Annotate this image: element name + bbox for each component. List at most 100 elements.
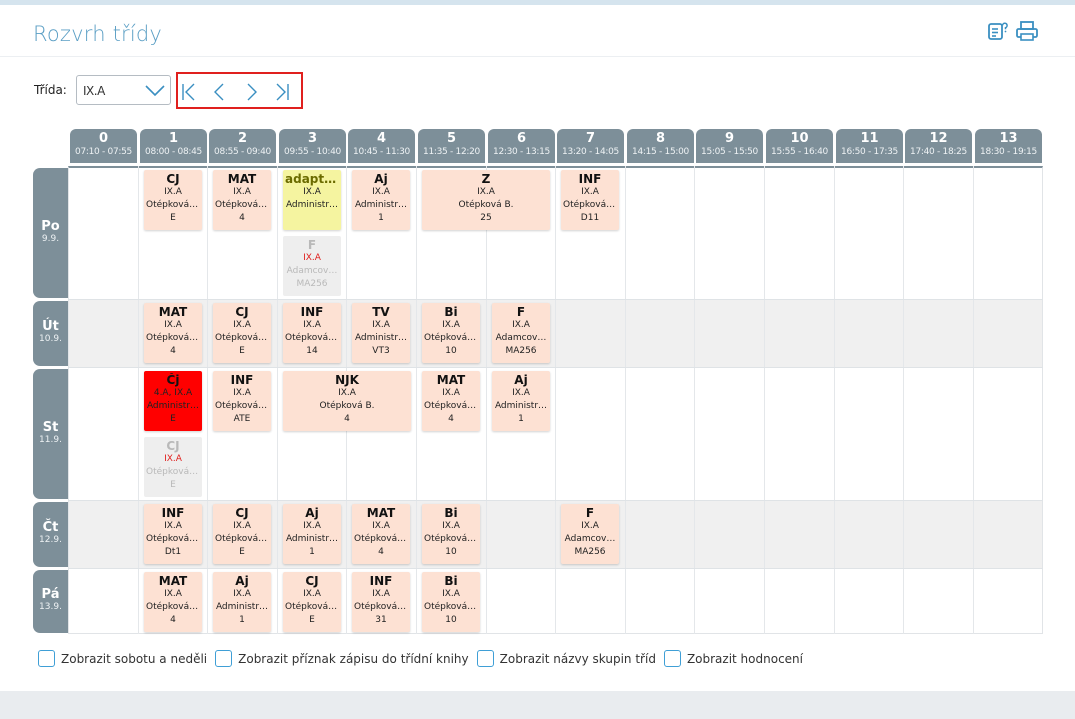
lesson-card[interactable]: INF IX.A Otépková B. Dt1: [144, 504, 202, 564]
lesson-subject: INF: [230, 373, 254, 387]
last-page-icon[interactable]: [273, 83, 293, 101]
week-navigation: [176, 72, 303, 109]
class-select[interactable]: IX.A: [76, 75, 171, 105]
lesson-card[interactable]: Aj IX.A Administr… 1: [492, 371, 550, 431]
hour-header[interactable]: 9 15:05 - 15:50: [696, 129, 763, 163]
hour-header[interactable]: 7 13:20 - 14:05: [557, 129, 624, 163]
option-checkbox[interactable]: Zobrazit hodnocení: [663, 650, 803, 667]
hour-header[interactable]: 12 17:40 - 18:25: [905, 129, 972, 163]
day-date: 11.9.: [39, 435, 62, 445]
lesson-subject: Aj: [235, 574, 249, 588]
lesson-class: IX.A: [233, 521, 251, 531]
lesson-room: E: [170, 480, 176, 490]
lesson-card[interactable]: CJ IX.A Otépková B. E: [213, 303, 271, 363]
lesson-card[interactable]: Aj IX.A Administr… 1: [213, 572, 271, 632]
hour-number: 4: [376, 131, 387, 146]
lesson-card[interactable]: Z IX.A Otépková B. 25: [422, 170, 550, 230]
day-header: St 11.9.: [33, 369, 68, 499]
hour-number: 0: [98, 131, 109, 146]
hour-header[interactable]: 10 15:55 - 16:40: [766, 129, 833, 163]
lesson-card[interactable]: CJ IX.A Otépková B. E: [213, 504, 271, 564]
lesson-card[interactable]: TV IX.A Administr… VT3: [352, 303, 410, 363]
lesson-card[interactable]: MAT IX.A Otépková B. 4: [422, 371, 480, 431]
hour-header[interactable]: 4 10:45 - 11:30: [348, 129, 415, 163]
lesson-class: IX.A: [164, 521, 182, 531]
grid-column-line: [138, 166, 139, 634]
lesson-class: IX.A: [372, 521, 390, 531]
lesson-card[interactable]: NJK IX.A Otépková B. 4: [283, 371, 411, 431]
lesson-class: IX.A: [303, 521, 321, 531]
checkbox-box[interactable]: [476, 650, 494, 667]
checkbox-box[interactable]: [663, 650, 681, 667]
hour-header[interactable]: 2 08:55 - 09:40: [209, 129, 276, 163]
lesson-card[interactable]: F IX.A Adamcov… MA256: [283, 236, 341, 296]
lesson-teacher: Otépková B.: [146, 602, 201, 612]
lesson-card[interactable]: MAT IX.A Otépková B. 4: [144, 572, 202, 632]
lesson-card[interactable]: CJ IX.A Otépková B. E: [144, 170, 202, 230]
lesson-card[interactable]: CJ IX.A Otépková B. E: [283, 572, 341, 632]
lesson-card[interactable]: INF IX.A Otépková B. D11: [561, 170, 619, 230]
hour-header[interactable]: 1 08:00 - 08:45: [140, 129, 207, 163]
lesson-room: MA256: [296, 279, 328, 289]
lesson-subject: Z: [481, 172, 491, 186]
lesson-card[interactable]: Čj 4.A, IX.A Administr… E: [144, 371, 202, 431]
hour-time: 07:10 - 07:55: [75, 147, 132, 157]
prev-icon[interactable]: [211, 83, 231, 101]
lesson-class: IX.A: [581, 521, 599, 531]
option-checkbox[interactable]: Zobrazit názvy skupin tříd: [476, 650, 656, 667]
lesson-card[interactable]: adaptač…IX.A Administr…: [283, 170, 341, 230]
lesson-class: IX.A: [477, 187, 495, 197]
lesson-room: 4: [170, 346, 176, 356]
lesson-card[interactable]: MAT IX.A Otépková B. 4: [213, 170, 271, 230]
lesson-subject: F: [516, 305, 526, 319]
lesson-card[interactable]: Aj IX.A Administr… 1: [352, 170, 410, 230]
lesson-teacher: Otépková B.: [424, 534, 479, 544]
lesson-card[interactable]: INF IX.A Otépková B. 14: [283, 303, 341, 363]
lesson-subject: CJ: [166, 172, 180, 186]
hour-header[interactable]: 11 16:50 - 17:35: [836, 129, 903, 163]
option-checkbox[interactable]: Zobrazit příznak zápisu do třídní knihy: [215, 650, 469, 667]
option-checkbox[interactable]: Zobrazit sobotu a neděli: [38, 650, 207, 667]
lesson-class: IX.A: [372, 589, 390, 599]
hour-header[interactable]: 6 12:30 - 13:15: [488, 129, 555, 163]
lesson-card[interactable]: Bi IX.A Otépková B. 10: [422, 303, 480, 363]
hour-header[interactable]: 8 14:15 - 15:00: [627, 129, 694, 163]
hour-header[interactable]: 3 09:55 - 10:40: [279, 129, 346, 163]
lesson-room: 10: [445, 346, 457, 356]
lesson-subject: Bi: [444, 305, 458, 319]
hour-time: 18:30 - 19:15: [980, 147, 1037, 157]
lesson-class: IX.A: [338, 388, 356, 398]
lesson-subject: CJ: [305, 574, 319, 588]
lesson-card[interactable]: F IX.A Adamcov… MA256: [492, 303, 550, 363]
lesson-card[interactable]: F IX.A Adamcov… MA256: [561, 504, 619, 564]
grid-column-line: [555, 166, 556, 634]
lesson-card[interactable]: INF IX.A Otépková B. ATE: [213, 371, 271, 431]
hour-header[interactable]: 0 07:10 - 07:55: [70, 129, 137, 163]
next-icon[interactable]: [242, 83, 262, 101]
lesson-card[interactable]: MAT IX.A Otépková B. 4: [144, 303, 202, 363]
hour-header[interactable]: 13 18:30 - 19:15: [975, 129, 1042, 163]
hour-header[interactable]: 5 11:35 - 12:20: [418, 129, 485, 163]
hour-number: 1: [168, 131, 179, 146]
lesson-room: E: [170, 414, 176, 424]
print-icon[interactable]: [1015, 20, 1039, 44]
checkbox-box[interactable]: [38, 650, 55, 667]
lesson-card[interactable]: MAT IX.A Otépková B. 4: [352, 504, 410, 564]
lesson-card[interactable]: INF IX.A Otépková B. 31: [352, 572, 410, 632]
lesson-card[interactable]: Aj IX.A Administr… 1: [283, 504, 341, 564]
grid-row-line: [68, 299, 1043, 300]
lesson-teacher: Otépková B.: [563, 200, 618, 210]
day-date: 13.9.: [39, 602, 62, 612]
lesson-card[interactable]: Bi IX.A Otépková B. 10: [422, 572, 480, 632]
lesson-teacher: Otépková B.: [215, 401, 270, 411]
hour-number: 2: [237, 131, 248, 146]
checkbox-box[interactable]: [215, 650, 233, 667]
day-header: Út 10.9.: [33, 301, 68, 366]
lesson-card[interactable]: CJ IX.A Otépková B. E: [144, 437, 202, 497]
first-page-icon[interactable]: [180, 83, 200, 101]
lesson-teacher: Otépková B.: [424, 401, 479, 411]
day-header: Čt 12.9.: [33, 502, 68, 567]
help-icon[interactable]: [987, 20, 1011, 44]
lesson-card[interactable]: Bi IX.A Otépková B. 10: [422, 504, 480, 564]
lesson-room: E: [309, 615, 315, 625]
